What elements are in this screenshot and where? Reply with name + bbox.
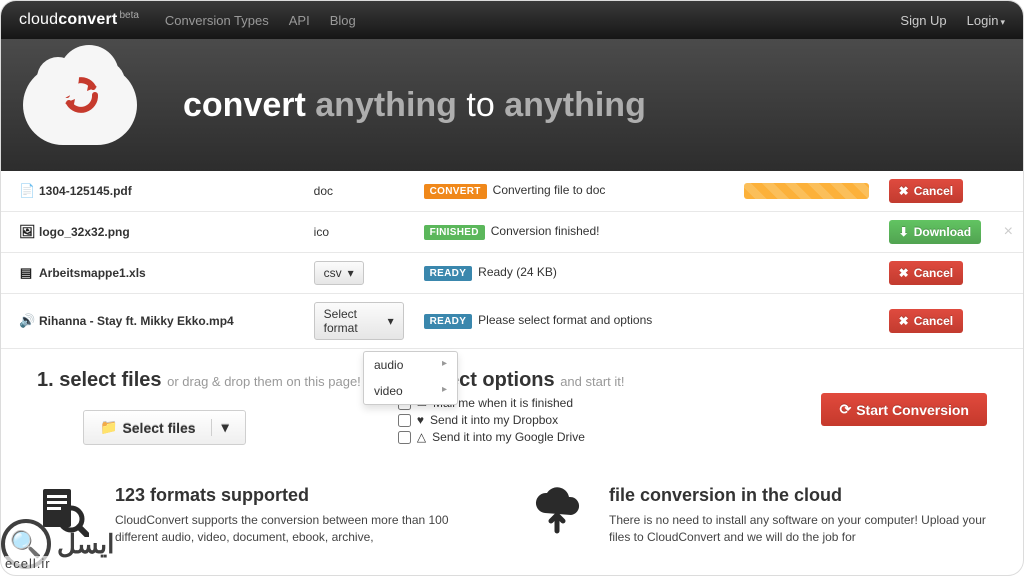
status-badge: CONVERT <box>424 184 487 199</box>
status-badge: READY <box>424 266 473 281</box>
dropdown-item[interactable]: video▸ <box>364 378 457 404</box>
topbar: cloudconvert beta Conversion Types API B… <box>1 1 1023 39</box>
nav-links: Conversion Types API Blog <box>165 13 356 28</box>
cancel-icon: ✖ <box>899 184 909 198</box>
nav-conversion-types[interactable]: Conversion Types <box>165 13 269 28</box>
chevron-right-icon: ▸ <box>442 384 447 398</box>
table-row: 📄1304-125145.pdf doc CONVERT Converting fil… <box>1 171 1023 212</box>
file-icon: 🔊 <box>19 313 33 329</box>
login-link[interactable]: Login▾ <box>967 13 1005 28</box>
option-checkbox[interactable]: ♥ Send it into my Dropbox <box>398 413 790 427</box>
hero-banner: convert anything to anything <box>1 39 1023 171</box>
status-badge: READY <box>424 314 473 329</box>
nav-api[interactable]: API <box>289 13 310 28</box>
cloud-logo-icon <box>23 65 137 145</box>
file-name: 📄1304-125145.pdf <box>19 183 294 199</box>
table-row: 🖼logo_32x32.png ico FINISHED Conversion fin… <box>1 212 1023 253</box>
status-text: Conversion finished! <box>491 224 600 238</box>
format-dropdown[interactable]: audio▸video▸ <box>363 351 458 405</box>
dropdown-item[interactable]: audio▸ <box>364 352 457 378</box>
upload-icon: 📁 <box>100 419 117 436</box>
status-badge: FINISHED <box>424 225 485 240</box>
format-select-button[interactable]: Select format ▾ <box>314 302 404 340</box>
file-icon: 📄 <box>19 183 33 199</box>
feature-title: 123 formats supported <box>115 485 493 506</box>
feature-body: There is no need to install any software… <box>609 512 987 547</box>
file-name: 🖼logo_32x32.png <box>19 224 294 240</box>
status-text: Please select format and options <box>478 313 652 327</box>
status-text: Converting file to doc <box>493 183 606 197</box>
chevron-down-icon: ▾ <box>388 314 394 328</box>
feature-title: file conversion in the cloud <box>609 485 987 506</box>
file-name: ▤Arbeitsmappe1.xls <box>19 265 294 281</box>
cloud-upload-icon <box>531 485 595 549</box>
option-icon: ♥ <box>417 413 424 427</box>
brand-logo[interactable]: cloudconvert <box>19 11 117 29</box>
checkbox-input[interactable] <box>398 414 411 427</box>
cancel-button[interactable]: ✖ Cancel <box>889 179 963 203</box>
chevron-down-icon: ▾ <box>1000 17 1005 27</box>
download-button[interactable]: ⬇ Download <box>889 220 981 244</box>
progress-bar <box>744 183 869 199</box>
option-label: Send it into my Dropbox <box>430 413 558 427</box>
table-row: 🔊Rihanna - Stay ft. Mikky Ekko.mp4 Select… <box>1 294 1023 349</box>
checkbox-input[interactable] <box>398 431 411 444</box>
tagline: convert anything to anything <box>183 86 646 125</box>
beta-tag: beta <box>119 10 138 21</box>
start-conversion-button[interactable]: ⟳ Start Conversion <box>821 393 987 426</box>
file-icon: 🖼 <box>19 224 33 240</box>
format-text: ico <box>314 225 329 239</box>
download-icon: ⬇ <box>899 225 909 239</box>
format-text: doc <box>314 184 333 198</box>
files-table: 📄1304-125145.pdf doc CONVERT Converting fil… <box>1 171 1023 349</box>
refresh-icon: ⟳ <box>839 401 851 418</box>
option-checkbox[interactable]: △ Send it into my Google Drive <box>398 430 790 444</box>
chevron-right-icon: ▸ <box>442 358 447 372</box>
cancel-button[interactable]: ✖ Cancel <box>889 309 963 333</box>
table-row: ▤Arbeitsmappe1.xls csv ▾ READY Ready (24 KB… <box>1 253 1023 294</box>
cancel-button[interactable]: ✖ Cancel <box>889 261 963 285</box>
option-label: Send it into my Google Drive <box>432 430 585 444</box>
chevron-down-icon: ▾ <box>348 266 354 280</box>
file-icon: ▤ <box>19 265 33 281</box>
feature-body: CloudConvert supports the conversion bet… <box>115 512 493 547</box>
signup-link[interactable]: Sign Up <box>900 13 946 28</box>
select-files-button[interactable]: 📁 Select files ▾ <box>83 410 246 445</box>
close-icon[interactable]: × <box>1004 223 1013 240</box>
nav-blog[interactable]: Blog <box>330 13 356 28</box>
format-select-button[interactable]: csv ▾ <box>314 261 364 285</box>
feature-cloud: file conversion in the cloud There is no… <box>531 485 987 549</box>
cancel-icon: ✖ <box>899 266 909 280</box>
status-text: Ready (24 KB) <box>478 265 557 279</box>
chevron-down-icon[interactable]: ▾ <box>211 419 229 436</box>
file-name: 🔊Rihanna - Stay ft. Mikky Ekko.mp4 <box>19 313 294 329</box>
option-icon: △ <box>417 430 426 444</box>
cancel-icon: ✖ <box>899 314 909 328</box>
watermark: 🔍 ایسل ecell.ir <box>1 519 114 569</box>
step-select-files: 1. select files or drag & drop them on t… <box>37 369 366 445</box>
